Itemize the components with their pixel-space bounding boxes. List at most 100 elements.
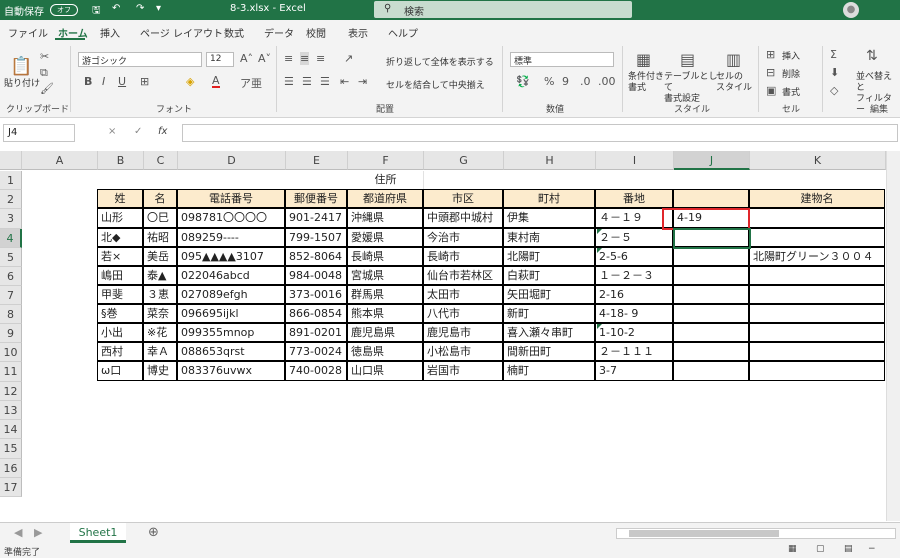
column-header-i[interactable]: I: [596, 151, 674, 170]
table-cell[interactable]: [749, 285, 885, 304]
table-cell[interactable]: 西村: [97, 342, 143, 361]
table-cell[interactable]: 984-0048: [285, 266, 347, 285]
italic-button[interactable]: I: [102, 75, 105, 88]
align-middle-icon[interactable]: ≡: [300, 52, 310, 65]
wrap-text-button[interactable]: 折り返して全体を表示する: [386, 55, 494, 68]
align-left-icon[interactable]: ☰: [284, 75, 294, 88]
table-cell[interactable]: 嶋田: [97, 266, 143, 285]
table-cell[interactable]: 891-0201: [285, 323, 347, 342]
tab-formulas[interactable]: 数式: [224, 25, 244, 40]
tab-data[interactable]: データ: [264, 25, 294, 40]
table-cell[interactable]: 八代市: [423, 304, 503, 323]
table-cell[interactable]: 博史: [143, 361, 177, 381]
align-right-icon[interactable]: ☰: [320, 75, 330, 88]
table-cell[interactable]: [749, 208, 885, 228]
table-cell[interactable]: [673, 285, 749, 304]
column-header-k[interactable]: K: [750, 151, 886, 170]
redo-icon[interactable]: ↷: [136, 3, 144, 14]
paste-icon[interactable]: 📋: [10, 56, 32, 77]
table-cell[interactable]: 〇巳: [143, 208, 177, 228]
active-cell-j4[interactable]: [673, 228, 751, 249]
conditional-format-button[interactable]: 条件付き 書式: [628, 72, 668, 94]
table-cell[interactable]: 間新田町: [503, 342, 595, 361]
user-icon[interactable]: ●: [843, 2, 859, 18]
table-cell[interactable]: 愛媛県: [347, 228, 423, 247]
table-cell[interactable]: ２－１１１: [595, 342, 673, 361]
table-cell[interactable]: 泰▲: [143, 266, 177, 285]
cut-icon[interactable]: ✂: [40, 50, 49, 63]
table-cell[interactable]: 熊本県: [347, 304, 423, 323]
table-cell[interactable]: [673, 361, 749, 381]
row-header-3[interactable]: 3: [0, 209, 22, 229]
table-cell[interactable]: 852-8064: [285, 247, 347, 266]
tab-page-layout[interactable]: ページ レイアウト: [140, 25, 223, 40]
table-cell[interactable]: 喜入瀬々串町: [503, 323, 595, 342]
table-cell[interactable]: 027089efgh: [177, 285, 285, 304]
table-cell[interactable]: 山口県: [347, 361, 423, 381]
autosave-toggle[interactable]: オフ: [50, 4, 78, 16]
underline-button[interactable]: U: [118, 75, 126, 88]
delete-cells-button[interactable]: 削除: [782, 67, 800, 80]
font-size-select[interactable]: 12: [206, 52, 234, 67]
conditional-format-icon[interactable]: ▦: [636, 50, 651, 69]
table-cell[interactable]: [749, 361, 885, 381]
row-header-2[interactable]: 2: [0, 190, 22, 209]
table-cell[interactable]: 岩国市: [423, 361, 503, 381]
table-cell[interactable]: 866-0854: [285, 304, 347, 323]
increase-indent-icon[interactable]: ⇥: [358, 75, 367, 88]
table-cell[interactable]: §巻: [97, 304, 143, 323]
name-box[interactable]: J4: [3, 124, 75, 142]
enter-icon[interactable]: ✓: [134, 126, 142, 137]
table-cell[interactable]: 山形: [97, 208, 143, 228]
column-header-h[interactable]: H: [504, 151, 596, 170]
table-cell[interactable]: 伊集: [503, 208, 595, 228]
error-indicator-icon[interactable]: [597, 229, 602, 234]
spreadsheet-grid[interactable]: A B C D E F G H I J K 1 住所 2 3 4 5 6 7 8 9 10 11 12 13 14 15 16 17 姓名…: [0, 151, 900, 521]
table-cell[interactable]: 徳島県: [347, 342, 423, 361]
row-header-12[interactable]: 12: [0, 382, 22, 401]
table-cell[interactable]: 3-7: [595, 361, 673, 381]
scrollbar-thumb[interactable]: [629, 530, 779, 537]
table-cell[interactable]: 太田市: [423, 285, 503, 304]
phonetic-icon[interactable]: ア亜: [240, 75, 262, 91]
table-cell[interactable]: 小出: [97, 323, 143, 342]
table-cell[interactable]: 099355mnop: [177, 323, 285, 342]
row-header-5[interactable]: 5: [0, 248, 22, 267]
error-indicator-icon[interactable]: [597, 248, 602, 253]
row-header-7[interactable]: 7: [0, 286, 22, 305]
table-cell[interactable]: 東村南: [503, 228, 595, 247]
table-cell[interactable]: 088653qrst: [177, 342, 285, 361]
table-cell[interactable]: 楠町: [503, 361, 595, 381]
table-cell[interactable]: ３恵: [143, 285, 177, 304]
row-header-11[interactable]: 11: [0, 362, 22, 382]
fill-icon[interactable]: ⬇: [830, 66, 839, 79]
row-header-10[interactable]: 10: [0, 343, 22, 362]
insert-cells-button[interactable]: 挿入: [782, 49, 800, 62]
table-cell[interactable]: 089259----: [177, 228, 285, 247]
save-icon[interactable]: 🖫: [92, 3, 101, 20]
table-cell[interactable]: 美岳: [143, 247, 177, 266]
table-cell[interactable]: [749, 342, 885, 361]
table-cell[interactable]: 022046abcd: [177, 266, 285, 285]
table-cell[interactable]: 白萩町: [503, 266, 595, 285]
zoom-out-icon[interactable]: −: [868, 544, 876, 554]
table-cell[interactable]: 群馬県: [347, 285, 423, 304]
increase-font-icon[interactable]: A˄: [240, 52, 253, 65]
tab-view[interactable]: 表示: [348, 25, 368, 40]
table-cell[interactable]: 095▲▲▲▲3107: [177, 247, 285, 266]
customize-icon[interactable]: ▾: [156, 3, 161, 14]
table-format-icon[interactable]: ▤: [680, 50, 695, 69]
increase-decimal-icon[interactable]: .0: [580, 75, 591, 88]
table-cell[interactable]: 096695ijkl: [177, 304, 285, 323]
insert-function-icon[interactable]: fx: [158, 126, 167, 137]
font-name-select[interactable]: 游ゴシック: [78, 52, 202, 67]
normal-view-icon[interactable]: ▦: [788, 544, 797, 554]
table-cell[interactable]: 菜奈: [143, 304, 177, 323]
table-cell[interactable]: 373-0016: [285, 285, 347, 304]
row-header-9[interactable]: 9: [0, 324, 22, 343]
table-cell[interactable]: 773-0024: [285, 342, 347, 361]
number-format-select[interactable]: 標準: [510, 52, 614, 67]
table-cell[interactable]: 長崎県: [347, 247, 423, 266]
table-cell[interactable]: 今治市: [423, 228, 503, 247]
table-cell[interactable]: 901-2417: [285, 208, 347, 228]
